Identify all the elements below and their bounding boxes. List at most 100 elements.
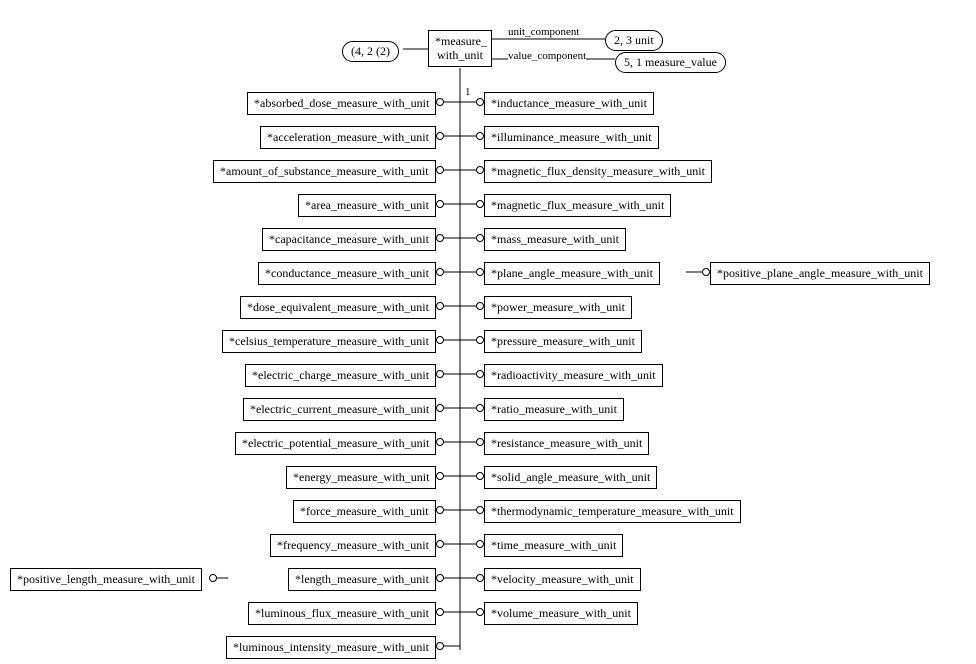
supertype-port-icon bbox=[476, 234, 484, 242]
supertype-port-icon bbox=[476, 336, 484, 344]
subtype-positive-plane-angle-measure-with-unit: *positive_plane_angle_measure_with_unit bbox=[710, 262, 930, 285]
supertype-port-icon bbox=[436, 574, 444, 582]
subtype-label: *luminous_flux_measure_with_unit bbox=[255, 606, 429, 620]
supertype-port-icon bbox=[436, 438, 444, 446]
subtype-magnetic-flux-density-measure-with-unit: *magnetic_flux_density_measure_with_unit bbox=[484, 160, 712, 183]
subtype-energy-measure-with-unit: *energy_measure_with_unit bbox=[286, 466, 436, 489]
subtype-length-measure-with-unit: *length_measure_with_unit bbox=[288, 568, 436, 591]
subtype-electric-potential-measure-with-unit: *electric_potential_measure_with_unit bbox=[235, 432, 436, 455]
supertype-port-icon bbox=[476, 608, 484, 616]
trunk-cardinality: 1 bbox=[465, 86, 471, 98]
subtype-mass-measure-with-unit: *mass_measure_with_unit bbox=[484, 228, 626, 251]
subtype-label: *dose_equivalent_measure_with_unit bbox=[247, 300, 429, 314]
subtype-electric-current-measure-with-unit: *electric_current_measure_with_unit bbox=[243, 398, 436, 421]
attr-pill-value: 5, 1 measure_value bbox=[615, 52, 726, 73]
subtype-label: *luminous_intensity_measure_with_unit bbox=[233, 640, 429, 654]
supertype-port-icon bbox=[476, 438, 484, 446]
subtype-label: *length_measure_with_unit bbox=[295, 572, 429, 586]
subtype-ratio-measure-with-unit: *ratio_measure_with_unit bbox=[484, 398, 624, 421]
subtype-label: *positive_length_measure_with_unit bbox=[17, 572, 195, 586]
subtype-absorbed-dose-measure-with-unit: *absorbed_dose_measure_with_unit bbox=[247, 92, 436, 115]
subtype-label: *electric_potential_measure_with_unit bbox=[242, 436, 429, 450]
subtype-resistance-measure-with-unit: *resistance_measure_with_unit bbox=[484, 432, 649, 455]
supertype-port-icon bbox=[436, 132, 444, 140]
subtype-conductance-measure-with-unit: *conductance_measure_with_unit bbox=[258, 262, 436, 285]
subtype-label: *electric_current_measure_with_unit bbox=[250, 402, 429, 416]
supertype-port-icon bbox=[476, 574, 484, 582]
supertype-port-icon bbox=[476, 98, 484, 106]
attr-pill-value-label: 5, 1 measure_value bbox=[624, 55, 717, 69]
supertype-port-icon bbox=[436, 98, 444, 106]
subtype-label: *absorbed_dose_measure_with_unit bbox=[254, 96, 429, 110]
subtype-label: *frequency_measure_with_unit bbox=[277, 538, 429, 552]
supertype-port-icon bbox=[476, 268, 484, 276]
subtype-area-measure-with-unit: *area_measure_with_unit bbox=[298, 194, 436, 217]
subtype-pressure-measure-with-unit: *pressure_measure_with_unit bbox=[484, 330, 642, 353]
subtype-power-measure-with-unit: *power_measure_with_unit bbox=[484, 296, 632, 319]
subtype-label: *power_measure_with_unit bbox=[491, 300, 625, 314]
supertype-port-icon bbox=[436, 234, 444, 242]
supertype-port-icon bbox=[476, 166, 484, 174]
subtype-label: *positive_plane_angle_measure_with_unit bbox=[717, 266, 923, 280]
subtype-label: *illuminance_measure_with_unit bbox=[491, 130, 652, 144]
supertype-port-icon bbox=[476, 200, 484, 208]
subtype-illuminance-measure-with-unit: *illuminance_measure_with_unit bbox=[484, 126, 659, 149]
supertype-port-icon bbox=[209, 574, 217, 582]
constraint-pill: (4, 2 (2) bbox=[342, 41, 399, 62]
subtype-label: *area_measure_with_unit bbox=[305, 198, 429, 212]
subtype-label: *radioactivity_measure_with_unit bbox=[491, 368, 656, 382]
subtype-capacitance-measure-with-unit: *capacitance_measure_with_unit bbox=[262, 228, 436, 251]
supertype-port-icon bbox=[476, 302, 484, 310]
subtype-label: *ratio_measure_with_unit bbox=[491, 402, 617, 416]
subtype-label: *mass_measure_with_unit bbox=[491, 232, 619, 246]
subtype-plane-angle-measure-with-unit: *plane_angle_measure_with_unit bbox=[484, 262, 660, 285]
constraint-pill-label: (4, 2 (2) bbox=[351, 44, 390, 58]
subtype-label: *magnetic_flux_density_measure_with_unit bbox=[491, 164, 705, 178]
subtype-dose-equivalent-measure-with-unit: *dose_equivalent_measure_with_unit bbox=[240, 296, 436, 319]
supertype-port-icon bbox=[436, 268, 444, 276]
subtype-label: *acceleration_measure_with_unit bbox=[267, 130, 429, 144]
subtype-celsius-temperature-measure-with-unit: *celsius_temperature_measure_with_unit bbox=[222, 330, 436, 353]
subtype-radioactivity-measure-with-unit: *radioactivity_measure_with_unit bbox=[484, 364, 663, 387]
attr-pill-unit: 2, 3 unit bbox=[605, 30, 663, 51]
subtype-velocity-measure-with-unit: *velocity_measure_with_unit bbox=[484, 568, 641, 591]
subtype-thermodynamic-temperature-measure-with-unit: *thermodynamic_temperature_measure_with_… bbox=[484, 500, 741, 523]
supertype-port-icon bbox=[436, 302, 444, 310]
root-entity-measure-with-unit: *measure_with_unit bbox=[428, 30, 492, 67]
attr-label-unit-component: unit_component bbox=[508, 26, 580, 38]
subtype-time-measure-with-unit: *time_measure_with_unit bbox=[484, 534, 623, 557]
subtype-solid-angle-measure-with-unit: *solid_angle_measure_with_unit bbox=[484, 466, 657, 489]
subtype-label: *electric_charge_measure_with_unit bbox=[252, 368, 429, 382]
attr-pill-unit-label: 2, 3 unit bbox=[614, 33, 654, 47]
supertype-port-icon bbox=[476, 472, 484, 480]
supertype-port-icon bbox=[476, 370, 484, 378]
subtype-label: *plane_angle_measure_with_unit bbox=[491, 266, 653, 280]
subtype-label: *capacitance_measure_with_unit bbox=[269, 232, 429, 246]
subtype-label: *magnetic_flux_measure_with_unit bbox=[491, 198, 664, 212]
subtype-label: *amount_of_substance_measure_with_unit bbox=[220, 164, 429, 178]
subtype-force-measure-with-unit: *force_measure_with_unit bbox=[293, 500, 436, 523]
subtype-acceleration-measure-with-unit: *acceleration_measure_with_unit bbox=[260, 126, 436, 149]
attr-label-value-component: value_component bbox=[508, 50, 586, 62]
subtype-label: *inductance_measure_with_unit bbox=[491, 96, 647, 110]
subtype-label: *pressure_measure_with_unit bbox=[491, 334, 635, 348]
subtype-luminous-intensity-measure-with-unit: *luminous_intensity_measure_with_unit bbox=[226, 636, 436, 659]
subtype-label: *force_measure_with_unit bbox=[300, 504, 429, 518]
supertype-port-icon bbox=[476, 132, 484, 140]
subtype-label: *celsius_temperature_measure_with_unit bbox=[229, 334, 429, 348]
supertype-port-icon bbox=[476, 506, 484, 514]
subtype-frequency-measure-with-unit: *frequency_measure_with_unit bbox=[270, 534, 436, 557]
subtype-volume-measure-with-unit: *volume_measure_with_unit bbox=[484, 602, 638, 625]
subtype-label: *energy_measure_with_unit bbox=[293, 470, 429, 484]
subtype-label: *velocity_measure_with_unit bbox=[491, 572, 634, 586]
supertype-port-icon bbox=[436, 506, 444, 514]
subtype-amount-of-substance-measure-with-unit: *amount_of_substance_measure_with_unit bbox=[213, 160, 436, 183]
subtype-positive-length-measure-with-unit: *positive_length_measure_with_unit bbox=[10, 568, 202, 591]
supertype-port-icon bbox=[436, 642, 444, 650]
root-entity-label: *measure_with_unit bbox=[435, 34, 487, 62]
supertype-port-icon bbox=[436, 404, 444, 412]
supertype-port-icon bbox=[476, 404, 484, 412]
subtype-label: *resistance_measure_with_unit bbox=[491, 436, 642, 450]
subtype-label: *conductance_measure_with_unit bbox=[265, 266, 429, 280]
supertype-port-icon bbox=[476, 540, 484, 548]
